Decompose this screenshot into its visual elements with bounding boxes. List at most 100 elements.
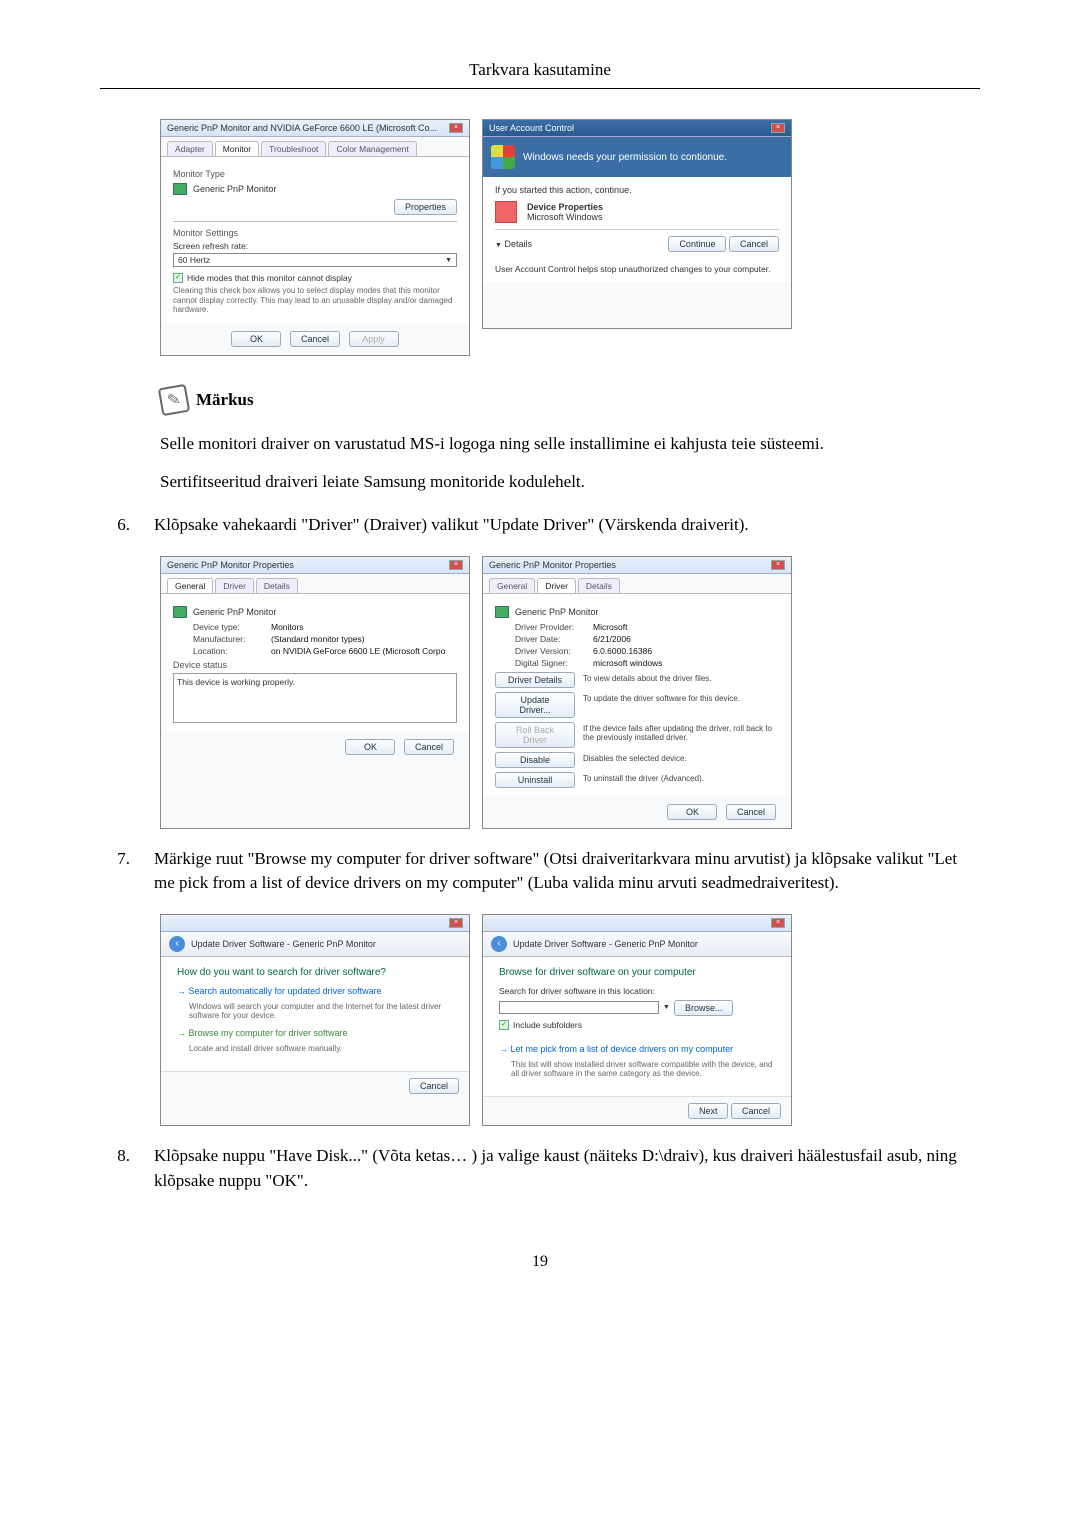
uac-program-name: Device Properties — [527, 202, 603, 212]
manufacturer-value: (Standard monitor types) — [271, 634, 365, 644]
date-label: Driver Date: — [515, 634, 593, 644]
step-text: Märkige ruut "Browse my computer for dri… — [154, 847, 980, 896]
tab-troubleshoot[interactable]: Troubleshoot — [261, 141, 326, 156]
cancel-button[interactable]: Cancel — [726, 804, 776, 820]
note-para-1: Selle monitori draiver on varustatud MS-… — [160, 432, 980, 457]
cancel-button[interactable]: Cancel — [409, 1078, 459, 1094]
uac-banner: Windows needs your permission to contion… — [483, 137, 791, 177]
date-value: 6/21/2006 — [593, 634, 631, 644]
tab-details[interactable]: Details — [578, 578, 620, 593]
device-status-label: Device status — [173, 660, 457, 670]
close-icon[interactable]: × — [449, 560, 463, 570]
tab-color-mgmt[interactable]: Color Management — [328, 141, 416, 156]
close-icon[interactable]: × — [449, 123, 463, 133]
hide-modes-checkbox[interactable]: ✓ — [173, 273, 183, 283]
step-number: 7. — [100, 847, 154, 896]
chevron-down-icon[interactable]: ▼ — [663, 1004, 670, 1011]
step-number: 8. — [100, 1144, 154, 1193]
chevron-down-icon: ▼ — [495, 242, 502, 249]
tab-adapter[interactable]: Adapter — [167, 141, 213, 156]
update-driver-button[interactable]: Update Driver... — [495, 692, 575, 718]
device-name: Generic PnP Monitor — [515, 607, 598, 617]
uac-started-text: If you started this action, continue. — [495, 185, 779, 195]
screenshot-row-2: Generic PnP Monitor Properties × General… — [160, 556, 980, 829]
ok-button[interactable]: OK — [667, 804, 717, 820]
tab-details[interactable]: Details — [256, 578, 298, 593]
cancel-button[interactable]: Cancel — [290, 331, 340, 347]
signer-value: microsoft windows — [593, 658, 662, 668]
note-icon: ✎ — [158, 384, 190, 416]
device-type-value: Monitors — [271, 622, 304, 632]
uninstall-button[interactable]: Uninstall — [495, 772, 575, 788]
dialog-title: Generic PnP Monitor Properties — [489, 560, 616, 570]
page-number: 19 — [100, 1253, 980, 1271]
tab-monitor[interactable]: Monitor — [215, 141, 259, 156]
uninstall-desc: To uninstall the driver (Advanced). — [583, 772, 704, 784]
option-auto-search[interactable]: → Search automatically for updated drive… — [177, 986, 453, 1020]
uac-publisher: Microsoft Windows — [527, 212, 603, 222]
tab-driver[interactable]: Driver — [537, 578, 576, 593]
version-label: Driver Version: — [515, 646, 593, 656]
refresh-rate-value: 60 Hertz — [178, 255, 210, 265]
close-icon[interactable]: × — [771, 123, 785, 133]
option-browse[interactable]: → Browse my computer for driver software… — [177, 1028, 453, 1053]
option-pick-desc: This list will show installed driver sof… — [511, 1060, 775, 1078]
window-buttons: × — [449, 123, 463, 133]
apply-button[interactable]: Apply — [349, 331, 399, 347]
cancel-button[interactable]: Cancel — [731, 1103, 781, 1119]
close-icon[interactable]: × — [771, 560, 785, 570]
close-icon[interactable]: × — [449, 918, 463, 928]
wizard-search-dialog: × ‹ Update Driver Software - Generic PnP… — [160, 914, 470, 1126]
wizard-heading: Browse for driver software on your compu… — [499, 967, 775, 978]
ok-button[interactable]: OK — [345, 739, 395, 755]
ok-button[interactable]: OK — [231, 331, 281, 347]
back-button[interactable]: ‹ — [491, 936, 507, 952]
uac-titlebar: User Account Control × — [483, 120, 791, 137]
step-number: 6. — [100, 513, 154, 538]
hide-modes-desc: Clearing this check box allows you to se… — [173, 286, 457, 315]
device-status-box: This device is working properly. — [173, 673, 457, 723]
cancel-button[interactable]: Cancel — [404, 739, 454, 755]
provider-value: Microsoft — [593, 622, 627, 632]
hide-modes-label: Hide modes that this monitor cannot disp… — [187, 273, 352, 283]
tab-general[interactable]: General — [167, 578, 213, 593]
path-input[interactable] — [499, 1001, 659, 1014]
driver-details-button[interactable]: Driver Details — [495, 672, 575, 688]
chevron-down-icon: ▼ — [445, 257, 452, 264]
note-section: ✎ Märkus — [160, 386, 980, 414]
device-name: Generic PnP Monitor — [193, 607, 276, 617]
monitor-settings-label: Monitor Settings — [173, 228, 457, 238]
uac-dialog: User Account Control × Windows needs you… — [482, 119, 792, 329]
uac-details-toggle[interactable]: ▼ Details — [495, 239, 532, 249]
refresh-rate-label: Screen refresh rate: — [173, 241, 457, 251]
option-pick-from-list[interactable]: → Let me pick from a list of device driv… — [499, 1044, 775, 1078]
next-button[interactable]: Next — [688, 1103, 729, 1119]
tab-driver[interactable]: Driver — [215, 578, 254, 593]
version-value: 6.0.6000.16386 — [593, 646, 652, 656]
refresh-rate-dropdown[interactable]: 60 Hertz ▼ — [173, 253, 457, 267]
cancel-button[interactable]: Cancel — [729, 236, 779, 252]
step-7: 7. Märkige ruut "Browse my computer for … — [100, 847, 980, 896]
option-browse-desc: Locate and install driver software manua… — [189, 1044, 453, 1053]
tab-general[interactable]: General — [489, 578, 535, 593]
manufacturer-label: Manufacturer: — [193, 634, 271, 644]
back-button[interactable]: ‹ — [169, 936, 185, 952]
titlebar: × — [161, 915, 469, 932]
props-general-dialog: Generic PnP Monitor Properties × General… — [160, 556, 470, 829]
rollback-button[interactable]: Roll Back Driver — [495, 722, 575, 748]
continue-button[interactable]: Continue — [668, 236, 726, 252]
browse-button[interactable]: Browse... — [674, 1000, 734, 1016]
search-location-label: Search for driver software in this locat… — [499, 986, 775, 996]
dialog-title: Generic PnP Monitor and NVIDIA GeForce 6… — [167, 123, 437, 133]
include-subfolders-label: Include subfolders — [513, 1020, 582, 1030]
include-subfolders-checkbox[interactable]: ✓ — [499, 1020, 509, 1030]
monitor-name: Generic PnP Monitor — [193, 184, 276, 194]
close-icon[interactable]: × — [771, 918, 785, 928]
step-8: 8. Klõpsake nuppu "Have Disk..." (Võta k… — [100, 1144, 980, 1193]
properties-button[interactable]: Properties — [394, 199, 457, 215]
option-auto-desc: Windows will search your computer and th… — [189, 1002, 453, 1020]
tabs: Adapter Monitor Troubleshoot Color Manag… — [161, 137, 469, 156]
step-text: Klõpsake nuppu "Have Disk..." (Võta keta… — [154, 1144, 980, 1193]
disable-button[interactable]: Disable — [495, 752, 575, 768]
monitor-icon — [173, 606, 187, 618]
